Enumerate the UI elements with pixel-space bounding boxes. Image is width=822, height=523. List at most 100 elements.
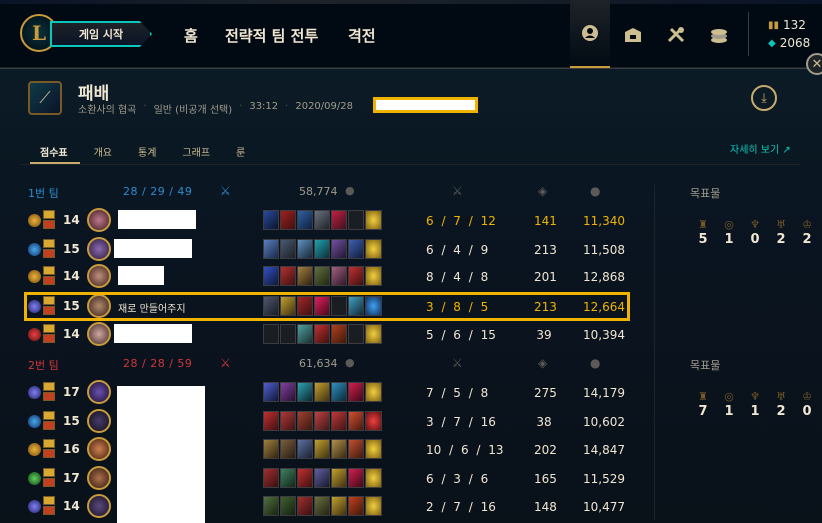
tab-divider [20, 164, 800, 165]
herald-count: 0 [802, 404, 812, 419]
herald-icon: ♔ [802, 218, 812, 231]
player-row[interactable]: 15 3 / 7 / 16 38 10,602 [24, 408, 630, 436]
item-slot [331, 439, 347, 459]
item-slot [280, 439, 296, 459]
tower-count: 5 [698, 232, 708, 247]
be-balance[interactable]: ◆ 2068 [768, 36, 810, 50]
tower-count: 7 [698, 404, 708, 419]
player-row[interactable]: 14 8 / 4 / 8 201 12,868 [24, 263, 630, 291]
player-cs: 213 [534, 243, 557, 257]
tab-graph[interactable]: 그래프 [182, 144, 210, 159]
nav-home[interactable]: 홈 [184, 25, 198, 46]
store-icon[interactable] [706, 22, 732, 48]
player-gold: 11,508 [583, 243, 625, 257]
item-slot-empty [348, 324, 364, 344]
player-row[interactable]: 16 10 / 6 / 13 202 14,847 [24, 436, 630, 464]
play-button[interactable]: 게임 시작 [50, 21, 152, 47]
champion-level: 14 [63, 269, 80, 283]
player-row[interactable]: 17 7 / 5 / 8 275 14,179 [24, 379, 630, 407]
kills-icon: ⚔ [220, 356, 231, 370]
player-cs: 38 [536, 415, 552, 429]
close-icon[interactable]: ✕ [806, 53, 822, 75]
tab-overview[interactable]: 개요 [94, 144, 112, 159]
item-slot-empty [263, 324, 279, 344]
tab-stats[interactable]: 통계 [138, 144, 156, 159]
rp-balance[interactable]: ▮▮ 132 [768, 18, 806, 32]
item-slot-empty [280, 324, 296, 344]
collection-icon[interactable] [620, 22, 646, 48]
tower-stat: ♜ 5 [690, 218, 716, 247]
team-header: 2번 팀 28 / 28 / 59 ⚔ 61,634 ● ⚔ ◈ ● 목표물 [0, 356, 822, 375]
trinket-slot [365, 324, 382, 344]
nav-tft[interactable]: 전략적 팀 전투 [225, 25, 318, 46]
rp-icon: ▮▮ [768, 19, 780, 31]
item-build [263, 439, 383, 459]
player-row[interactable]: 15 6 / 4 / 9 213 11,508 [24, 236, 630, 264]
item-build [263, 468, 383, 488]
item-slot [263, 239, 279, 259]
tower-stat: ♜ 7 [690, 390, 716, 419]
summoner-spells [43, 324, 55, 344]
baron-stat: ♆ 0 [742, 218, 768, 247]
item-slot [331, 496, 347, 516]
gold-icon: ● [590, 184, 601, 198]
baron-icon: ♆ [750, 390, 760, 403]
keystone-rune-icon [28, 500, 41, 513]
summoner-spells [43, 382, 55, 402]
tab-runes[interactable]: 룬 [236, 144, 245, 159]
item-slot [297, 468, 313, 488]
item-slot [331, 210, 347, 230]
loot-icon[interactable] [663, 22, 689, 48]
spell-icon [43, 506, 55, 515]
spell-icon [43, 266, 55, 275]
champion-portrait [87, 437, 111, 461]
item-slot [280, 210, 296, 230]
item-slot [331, 266, 347, 286]
dragon-icon: ♅ [776, 390, 786, 403]
more-details-link[interactable]: 자세히 보기 ↗ [730, 141, 791, 156]
item-slot [297, 239, 313, 259]
inhibitor-stat: ◎ 1 [716, 218, 742, 247]
profile-icon[interactable] [570, 0, 610, 68]
blue-essence-icon: ◆ [768, 37, 776, 49]
player-row[interactable]: 14 6 / 7 / 12 141 11,340 [24, 207, 630, 235]
map-icon: ⟋ [28, 81, 62, 115]
summoner-spells [43, 266, 55, 286]
champion-portrait [87, 380, 111, 404]
item-slot [263, 382, 279, 402]
spell-icon [43, 239, 55, 248]
player-row[interactable]: 14 5 / 6 / 15 39 10,394 [24, 321, 630, 349]
dragon-count: 2 [776, 404, 786, 419]
kda-icon: ⚔ [452, 356, 463, 370]
item-slot [314, 266, 330, 286]
player-gold: 11,529 [583, 472, 625, 486]
champion-portrait [87, 237, 111, 261]
item-slot [331, 239, 347, 259]
trinket-slot [365, 439, 382, 459]
inhibitor-icon: ◎ [724, 390, 734, 403]
player-kda: 6 / 7 / 12 [426, 214, 496, 228]
meta-separator: · [143, 101, 147, 112]
nav-clash[interactable]: 격전 [348, 25, 376, 46]
item-slot [348, 266, 364, 286]
player-cs: 201 [534, 270, 557, 284]
item-build [263, 210, 383, 230]
tab-scoreboard[interactable]: 점수표 [40, 144, 68, 159]
team-kda: 28 / 29 / 49 [123, 185, 193, 198]
item-slot [297, 210, 313, 230]
item-slot [314, 210, 330, 230]
spell-icon [43, 449, 55, 458]
spell-icon [43, 249, 55, 258]
objectives-divider [654, 185, 655, 520]
item-slot [314, 411, 330, 431]
player-kda: 5 / 6 / 15 [426, 328, 496, 342]
download-icon[interactable]: ⤓ [751, 85, 777, 111]
item-slot [263, 439, 279, 459]
item-build [263, 496, 383, 516]
highlight-box [24, 292, 630, 321]
player-row[interactable]: 14 2 / 7 / 16 148 10,477 [24, 493, 630, 521]
summoner-spells [43, 210, 55, 230]
player-row[interactable]: 17 6 / 3 / 6 165 11,529 [24, 465, 630, 493]
item-slot [263, 210, 279, 230]
item-slot [263, 266, 279, 286]
